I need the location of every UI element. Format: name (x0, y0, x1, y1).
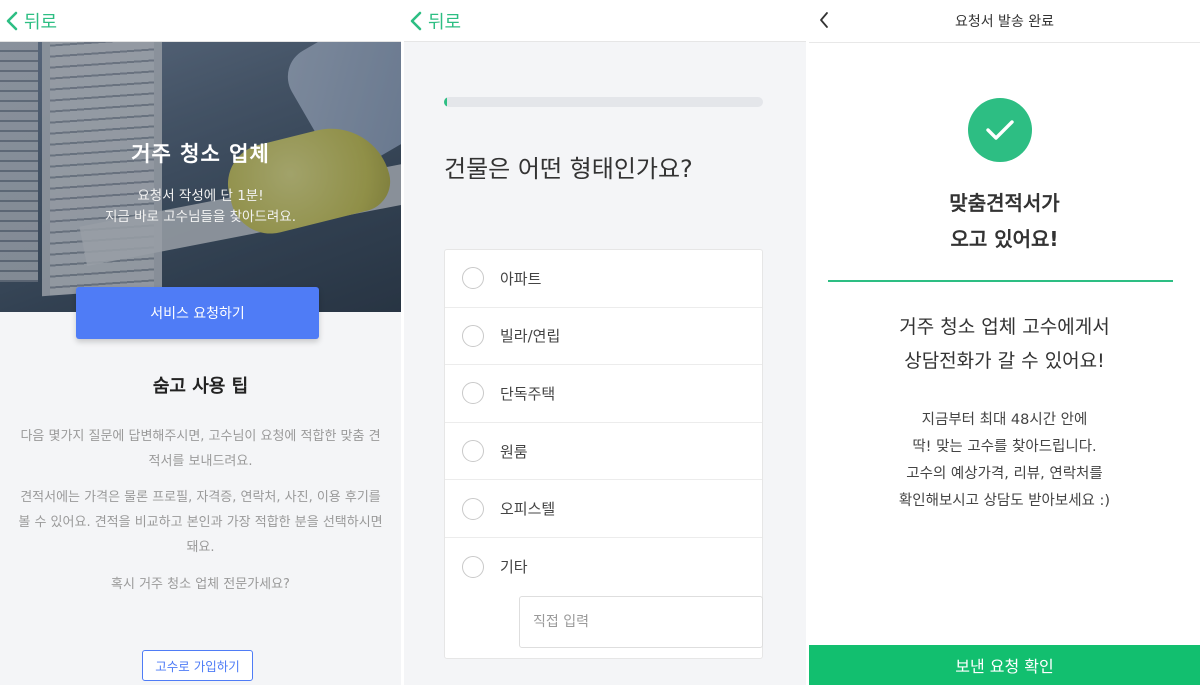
service-intro-screen: 뒤로 거주 청소 업체 요청서 작성에 단 1분! 지금 바로 고수님들을 찾아… (0, 0, 401, 685)
hero-subtitle-line: 요청서 작성에 단 1분! (137, 188, 264, 204)
sub-headline: 거주 청소 업체 고수에게서 상담전화가 갈 수 있어요! (809, 310, 1200, 378)
back-label: 뒤로 (24, 11, 58, 33)
info-line: 고수의 예상가격, 리뷰, 연락처를 (906, 466, 1103, 482)
request-sent-screen: 요청서 발송 완료 맞춤견적서가 오고 있어요! 거주 청소 업체 고수에게서 … (809, 0, 1200, 685)
top-bar: 요청서 발송 완료 (809, 0, 1200, 43)
radio-button[interactable] (462, 324, 484, 347)
chevron-left-icon (6, 11, 18, 31)
option-other-row[interactable]: 기타 (462, 538, 528, 596)
request-service-button[interactable]: 서비스 요청하기 (76, 287, 319, 339)
info-line: 확인해보시고 상담도 받아보세요 :) (898, 493, 1111, 509)
top-bar: 뒤로 (0, 0, 401, 42)
hero-subtitle-line: 지금 바로 고수님들을 찾아드려요. (104, 209, 297, 225)
info-line: 지금부터 최대 48시간 안에 (921, 412, 1088, 428)
option-other[interactable]: 기타 (445, 538, 763, 658)
radio-button[interactable] (462, 440, 484, 463)
option-label: 오피스텔 (500, 500, 556, 519)
radio-button[interactable] (462, 555, 484, 578)
tips-paragraph: 견적서에는 가격은 물론 프로필, 자격증, 연락처, 사진, 이용 후기를 볼… (18, 490, 383, 555)
option-label: 기타 (500, 558, 528, 577)
option-officetel[interactable]: 오피스텔 (445, 480, 762, 538)
chevron-left-icon (820, 12, 828, 28)
headline-line: 오고 있어요! (950, 227, 1059, 251)
headline: 맞춤견적서가 오고 있어요! (809, 185, 1200, 257)
radio-button[interactable] (462, 382, 484, 405)
option-list: 아파트 빌라/연립 단독주택 원룸 오피스텔 기타 (444, 249, 763, 659)
option-label: 빌라/연립 (500, 327, 561, 346)
other-text-input[interactable] (519, 595, 763, 648)
radio-button[interactable] (462, 267, 484, 290)
progress-bar (444, 97, 763, 107)
building-type-screen: 뒤로 건물은 어떤 형태인가요? 아파트 빌라/연립 단독주택 원룸 오피스텔 (404, 0, 806, 685)
back-button[interactable]: 뒤로 (6, 8, 57, 34)
option-one-room[interactable]: 원룸 (445, 423, 762, 481)
view-sent-requests-button[interactable]: 보낸 요청 확인 (809, 645, 1200, 685)
join-as-expert-button[interactable]: 고수로 가입하기 (142, 650, 253, 681)
info-line: 딱! 맞는 고수를 찾아드립니다. (912, 439, 1097, 455)
hero-title: 거주 청소 업체 (131, 142, 270, 166)
tips-section: 숨고 사용 팁 다음 몇가지 질문에 답변해주시면, 고수님이 요청에 적합한 … (0, 312, 401, 685)
option-house[interactable]: 단독주택 (445, 365, 762, 423)
progress-fill (444, 97, 448, 107)
page-title: 요청서 발송 완료 (954, 14, 1055, 30)
hero-banner: 거주 청소 업체 요청서 작성에 단 1분! 지금 바로 고수님들을 찾아드려요… (0, 42, 401, 312)
expert-question: 혹시 거주 청소 업체 전문가세요? (111, 577, 290, 592)
option-label: 단독주택 (500, 384, 556, 403)
tips-title: 숨고 사용 팁 (152, 376, 249, 397)
question-title: 건물은 어떤 형태인가요? (444, 155, 693, 183)
option-villa[interactable]: 빌라/연립 (445, 308, 762, 366)
check-icon (968, 98, 1032, 162)
info-text: 지금부터 최대 48시간 안에 딱! 맞는 고수를 찾아드립니다. 고수의 예상… (809, 407, 1200, 515)
option-label: 원룸 (500, 442, 528, 461)
option-apartment[interactable]: 아파트 (445, 250, 762, 308)
divider (828, 280, 1173, 282)
option-label: 아파트 (500, 269, 542, 288)
tips-paragraph: 다음 몇가지 질문에 답변해주시면, 고수님이 요청에 적합한 맞춤 견적서를 … (20, 429, 381, 469)
sub-headline-line: 상담전화가 갈 수 있어요! (904, 350, 1105, 372)
top-bar: 뒤로 (404, 0, 806, 42)
back-label: 뒤로 (428, 11, 462, 33)
chevron-left-icon (410, 11, 422, 31)
headline-line: 맞춤견적서가 (949, 191, 1060, 215)
hero-text: 거주 청소 업체 요청서 작성에 단 1분! 지금 바로 고수님들을 찾아드려요… (0, 138, 401, 228)
back-button[interactable]: 뒤로 (410, 8, 461, 34)
sub-headline-line: 거주 청소 업체 고수에게서 (899, 316, 1110, 338)
back-button[interactable] (819, 11, 829, 33)
radio-button[interactable] (462, 497, 484, 520)
